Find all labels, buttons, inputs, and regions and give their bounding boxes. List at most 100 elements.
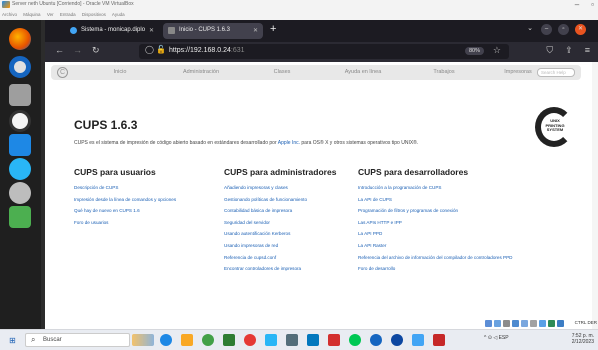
list-tabs-icon[interactable]: ⌄ xyxy=(527,24,533,32)
cups-page: C Inicio Administración Clases Ayuda en … xyxy=(45,62,598,329)
files-icon[interactable] xyxy=(9,84,31,106)
nav-clases[interactable]: Clases xyxy=(245,69,319,75)
firefox-icon[interactable] xyxy=(9,28,31,50)
thunderbird-icon[interactable] xyxy=(9,56,31,78)
help-search-input[interactable]: Search Help xyxy=(537,68,575,77)
recording-icon[interactable] xyxy=(548,320,555,327)
windows-start-icon[interactable]: ⊞ xyxy=(9,336,16,345)
menu-archivo[interactable]: Archivo xyxy=(2,12,17,17)
network-icon[interactable] xyxy=(512,320,519,327)
link[interactable]: Añadiendo impresoras y clases xyxy=(224,185,336,197)
app-icon-3[interactable] xyxy=(286,334,298,346)
link[interactable]: Usando autentificación Kerberos xyxy=(224,231,336,243)
back-icon[interactable]: ← xyxy=(55,45,64,55)
display-icon[interactable] xyxy=(539,320,546,327)
virtualbox-taskbar-icon[interactable] xyxy=(391,334,403,346)
edge-icon[interactable] xyxy=(160,334,172,346)
close-icon[interactable]: ✕ xyxy=(575,24,586,35)
app-icon-2[interactable] xyxy=(265,334,277,346)
menu-maquina[interactable]: Máquina xyxy=(23,12,40,17)
lock-warning-icon[interactable]: 🔓 xyxy=(156,45,166,54)
clock[interactable]: 7:52 p. m. 2/12/2023 xyxy=(572,333,594,345)
forward-icon[interactable]: → xyxy=(73,45,82,55)
link[interactable]: Referencia del archivo de información de… xyxy=(358,255,512,267)
app-icon-9[interactable] xyxy=(433,334,445,346)
app-icon-6[interactable] xyxy=(349,334,361,346)
link[interactable]: Seguridad del servidor xyxy=(224,220,336,232)
language-indicator[interactable]: ESP xyxy=(499,335,509,341)
link[interactable]: Introducción a la programación de CUPS xyxy=(358,185,512,197)
link[interactable]: Referencia de cupsd.conf xyxy=(224,255,336,267)
writer-icon[interactable] xyxy=(9,134,31,156)
reload-icon[interactable]: ↻ xyxy=(92,45,100,56)
extensions-icon[interactable]: ⇪ xyxy=(565,45,573,56)
menu-ayuda[interactable]: Ayuda xyxy=(112,12,125,17)
menu-icon[interactable]: ≡ xyxy=(585,45,590,56)
explorer-icon[interactable] xyxy=(181,334,193,346)
app-icon-8[interactable] xyxy=(412,334,424,346)
cpu-icon[interactable] xyxy=(557,320,564,327)
audio-icon[interactable] xyxy=(503,320,510,327)
nav-inicio[interactable]: Inicio xyxy=(83,69,157,75)
tab-cups[interactable]: Inicio - CUPS 1.6.3 ✕ xyxy=(163,23,263,39)
shared-folders-icon[interactable] xyxy=(530,320,537,327)
help-icon[interactable] xyxy=(9,158,31,180)
maximize-icon[interactable]: ▫ xyxy=(558,24,569,35)
url-text[interactable]: https://192.168.0.24:631 xyxy=(169,47,245,54)
link[interactable]: Usando impresoras de red xyxy=(224,243,336,255)
menu-dispositivos[interactable]: Dispositivos xyxy=(82,12,106,17)
link[interactable]: Gestionando políticas de funcionamiento xyxy=(224,197,336,209)
nav-trabajos[interactable]: Trabajos xyxy=(407,69,481,75)
host-key: CTRL DER xyxy=(574,320,597,325)
zoom-level[interactable]: 80% xyxy=(464,47,484,55)
link[interactable]: Las APIs HTTP e IPP xyxy=(358,220,512,232)
apple-link[interactable]: Apple Inc. xyxy=(278,140,300,146)
cups-home-icon[interactable]: C xyxy=(57,67,68,78)
bookmark-star-icon[interactable]: ☆ xyxy=(493,45,501,56)
new-tab-icon[interactable]: + xyxy=(270,23,276,35)
app-icon-5[interactable] xyxy=(328,334,340,346)
link[interactable]: Encontrar controladores de impresora xyxy=(224,266,336,278)
menu-entrada[interactable]: Entrada xyxy=(60,12,76,17)
minimize-icon[interactable]: – xyxy=(575,0,579,9)
weather-widget-icon[interactable] xyxy=(132,334,154,346)
chevron-up-icon[interactable]: ^ xyxy=(484,335,486,341)
minimize-icon[interactable]: – xyxy=(541,24,552,35)
nav-administracion[interactable]: Administración xyxy=(164,69,238,75)
usb-icon[interactable] xyxy=(521,320,528,327)
taskbar-search-input[interactable]: ⌕ Buscar xyxy=(25,333,130,347)
link[interactable]: La API de CUPS xyxy=(358,197,512,209)
firefox-window: Sistema - monicap.diplo ✕ Inicio - CUPS … xyxy=(45,20,598,329)
disc-icon[interactable] xyxy=(9,182,31,204)
pocket-icon[interactable]: ⛉ xyxy=(546,45,553,56)
app-icon-7[interactable] xyxy=(370,334,382,346)
close-tab-icon[interactable]: ✕ xyxy=(253,27,258,34)
volume-icon[interactable]: ◁ xyxy=(493,335,497,341)
chrome-icon[interactable] xyxy=(202,334,214,346)
app-icon-4[interactable] xyxy=(307,334,319,346)
hdd-icon[interactable] xyxy=(485,320,492,327)
link[interactable]: La API PPD xyxy=(358,231,512,243)
page-scrollbar[interactable] xyxy=(592,62,598,329)
trash-icon[interactable] xyxy=(9,206,31,228)
optical-icon[interactable] xyxy=(494,320,501,327)
address-bar[interactable]: ◯ 🔓 https://192.168.0.24:631 80% ☆ xyxy=(139,44,509,59)
link[interactable]: Contabilidad básica de impresora xyxy=(224,208,336,220)
link[interactable]: Qué hay de nuevo en CUPS 1.6 xyxy=(74,208,176,220)
app-icon-1[interactable] xyxy=(244,334,256,346)
close-tab-icon[interactable]: ✕ xyxy=(149,27,154,34)
link[interactable]: Programación de filtros y programas de c… xyxy=(358,208,512,220)
link[interactable]: Impresión desde la línea de comandos y o… xyxy=(74,197,176,209)
network-icon[interactable]: ⊙ xyxy=(488,335,492,341)
shield-icon[interactable]: ◯ xyxy=(145,45,154,54)
menu-ver[interactable]: Ver xyxy=(47,12,54,17)
link[interactable]: Foro de usuarios xyxy=(74,220,176,232)
maximize-icon[interactable]: ▫ xyxy=(591,0,594,9)
link[interactable]: Descripción de CUPS xyxy=(74,185,176,197)
link[interactable]: La API Raster xyxy=(358,243,512,255)
excel-icon[interactable] xyxy=(223,334,235,346)
tab-sistema[interactable]: Sistema - monicap.diplo ✕ xyxy=(65,23,159,39)
link[interactable]: Foro de desarrollo xyxy=(358,266,512,278)
nav-ayuda[interactable]: Ayuda en línea xyxy=(326,69,400,75)
rhythmbox-icon[interactable] xyxy=(9,110,31,132)
